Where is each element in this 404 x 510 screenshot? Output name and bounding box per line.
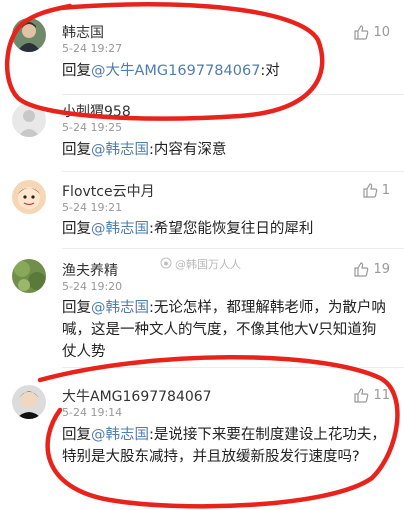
comment-author[interactable]: 韩志国 — [62, 22, 104, 42]
thumbs-up-icon — [353, 387, 369, 403]
comment-time: 5-24 19:21 — [62, 201, 123, 214]
comment-text: 回复@韩志国:内容有深意 — [62, 139, 390, 161]
comment-text: 回复@韩志国:是说接下来要在制度建设上花功夫，特别是大股东减持，并且放缓新股发行… — [62, 424, 390, 468]
comment-text: 回复@韩志国:无论怎样，都理解韩老师，为散户呐喊，这是一种文人的气度，不像其他大… — [62, 297, 390, 363]
like-button[interactable]: 10 — [353, 24, 390, 40]
reply-prefix: 回复 — [62, 300, 91, 316]
avatar[interactable] — [12, 259, 46, 293]
mention-link[interactable]: @韩志国 — [91, 427, 149, 443]
like-button[interactable]: 1 — [362, 182, 390, 198]
avatar[interactable] — [12, 180, 46, 214]
thumbs-up-icon — [362, 182, 378, 198]
comment-item: 小刺猬958 5-24 19:25 回复@韩志国:内容有深意 — [0, 95, 404, 172]
comment-author[interactable]: 渔夫养精 — [62, 260, 118, 280]
like-button[interactable]: 11 — [353, 387, 390, 403]
reply-prefix: 回复 — [62, 63, 91, 79]
comment-time: 5-24 19:14 — [62, 406, 123, 419]
comment-time: 5-24 19:25 — [62, 121, 123, 134]
avatar[interactable] — [12, 385, 46, 419]
like-count: 10 — [373, 24, 390, 40]
mention-link[interactable]: @韩志国 — [91, 300, 149, 316]
thumbs-up-icon — [353, 261, 369, 277]
comment-item: 大牛AMG1697784067 5-24 19:14 11 回复@韩志国:是说接… — [0, 368, 404, 510]
like-button[interactable]: 19 — [353, 261, 390, 277]
comment-text: 回复@大牛AMG1697784067:对 — [62, 60, 390, 82]
reply-prefix: 回复 — [62, 427, 91, 443]
comment-author[interactable]: 小刺猬958 — [62, 101, 131, 121]
reply-prefix: 回复 — [62, 142, 91, 158]
mention-link[interactable]: @韩志国 — [91, 221, 149, 237]
comment-content: :内容有深意 — [149, 142, 227, 158]
comment-content: :希望您能恢复往日的犀利 — [149, 221, 314, 237]
comment-author[interactable]: 大牛AMG1697784067 — [62, 386, 212, 406]
comment-time: 5-24 19:20 — [62, 280, 123, 293]
like-count: 19 — [373, 261, 390, 277]
weibo-icon — [160, 257, 172, 272]
comment-time: 5-24 19:27 — [62, 42, 123, 55]
comment-content: :对 — [260, 63, 280, 79]
comment-item: Flovtce云中月 5-24 19:21 1 回复@韩志国:希望您能恢复往日的… — [0, 172, 404, 249]
comment-text: 回复@韩志国:希望您能恢复往日的犀利 — [62, 218, 390, 240]
avatar[interactable] — [12, 103, 46, 137]
thumbs-up-icon — [353, 24, 369, 40]
mention-link[interactable]: @韩志国 — [91, 142, 149, 158]
reply-prefix: 回复 — [62, 221, 91, 237]
comment-item: 韩志国 5-24 19:27 10 回复@大牛AMG1697784067:对 — [0, 0, 404, 95]
watermark: @韩国万人人 — [160, 256, 241, 272]
comment-author[interactable]: Flovtce云中月 — [62, 181, 155, 201]
mention-link[interactable]: @大牛AMG1697784067 — [91, 63, 260, 79]
avatar[interactable] — [12, 18, 46, 52]
watermark-text: @韩国万人人 — [175, 258, 241, 271]
like-count: 1 — [381, 182, 390, 198]
like-count: 11 — [373, 387, 390, 403]
